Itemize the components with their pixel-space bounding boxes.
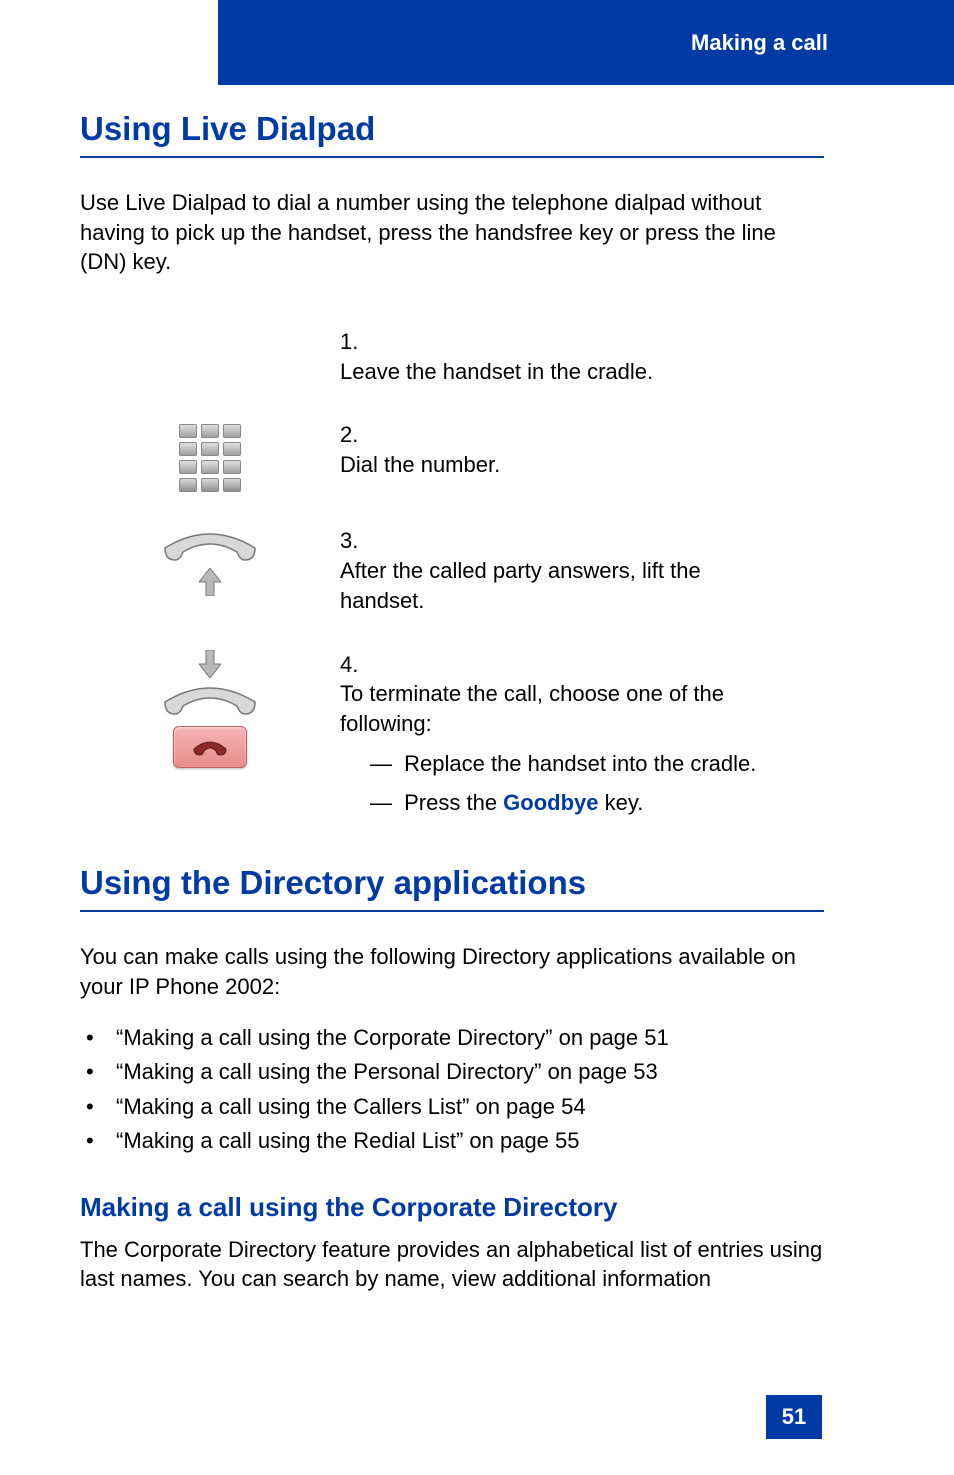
- step-4-sub-1: — Replace the handset into the cradle.: [340, 749, 789, 779]
- directory-apps-list: “Making a call using the Corporate Direc…: [80, 1021, 824, 1157]
- step-3-body: After the called party answers, lift the…: [340, 556, 789, 615]
- step-3: 3. After the called party answers, lift …: [80, 526, 824, 615]
- step-4-icon-slot: [80, 650, 340, 768]
- step-2: 2. Dial the number.: [80, 420, 824, 492]
- goodbye-key-icon: [173, 726, 247, 768]
- step-2-body: Dial the number.: [340, 450, 789, 480]
- step-4-sub-2-suffix: key.: [599, 790, 644, 815]
- bullet-corporate: “Making a call using the Corporate Direc…: [80, 1021, 824, 1055]
- header-bar: Making a call: [218, 0, 954, 85]
- body-corporate-directory: The Corporate Directory feature provides…: [80, 1235, 824, 1294]
- arrow-up-icon: [199, 568, 221, 596]
- step-2-icon-slot: [80, 420, 340, 492]
- bullet-personal: “Making a call using the Personal Direct…: [80, 1055, 824, 1089]
- step-3-num: 3.: [340, 526, 370, 556]
- keypad-icon: [179, 424, 241, 492]
- bullet-callers: “Making a call using the Callers List” o…: [80, 1090, 824, 1124]
- replace-handset-icon: [155, 650, 265, 720]
- step-4-leadin: To terminate the call, choose one of the…: [340, 681, 724, 736]
- page-number: 51: [766, 1395, 822, 1439]
- step-3-text: 3. After the called party answers, lift …: [340, 526, 824, 615]
- step-4-text: 4. To terminate the call, choose one of …: [340, 650, 824, 818]
- step-3-icon-slot: [80, 526, 340, 596]
- heading-live-dialpad: Using Live Dialpad: [80, 110, 824, 158]
- step-4-sub-2-prefix: Press the: [404, 790, 503, 815]
- heading-directory-apps: Using the Directory applications: [80, 864, 824, 912]
- step-4-num: 4.: [340, 650, 370, 680]
- step-2-text: 2. Dial the number.: [340, 420, 824, 479]
- header-label: Making a call: [691, 30, 828, 56]
- step-4-body: To terminate the call, choose one of the…: [340, 679, 789, 818]
- dash-2: —: [370, 788, 398, 818]
- intro-directory-apps: You can make calls using the following D…: [80, 942, 824, 1001]
- step-1-text: 1. Leave the handset in the cradle.: [340, 327, 824, 386]
- step-2-num: 2.: [340, 420, 370, 450]
- step-1-body: Leave the handset in the cradle.: [340, 357, 789, 387]
- page-content: Using Live Dialpad Use Live Dialpad to d…: [80, 110, 824, 1314]
- step-1-num: 1.: [340, 327, 370, 357]
- heading-corporate-directory: Making a call using the Corporate Direct…: [80, 1192, 824, 1223]
- step-4-sub-2: — Press the Goodbye key.: [340, 788, 789, 818]
- intro-live-dialpad: Use Live Dialpad to dial a number using …: [80, 188, 824, 277]
- step-4: 4. To terminate the call, choose one of …: [80, 650, 824, 818]
- arrow-down-icon: [199, 650, 221, 678]
- steps-list: 1. Leave the handset in the cradle. 2. D…: [80, 327, 824, 818]
- dash-1: —: [370, 749, 398, 779]
- bullet-redial: “Making a call using the Redial List” on…: [80, 1124, 824, 1158]
- lift-handset-icon: [155, 526, 265, 596]
- step-4-sub-1-text: Replace the handset into the cradle.: [404, 751, 756, 776]
- step-1: 1. Leave the handset in the cradle.: [80, 327, 824, 386]
- goodbye-key-label: Goodbye: [503, 790, 598, 815]
